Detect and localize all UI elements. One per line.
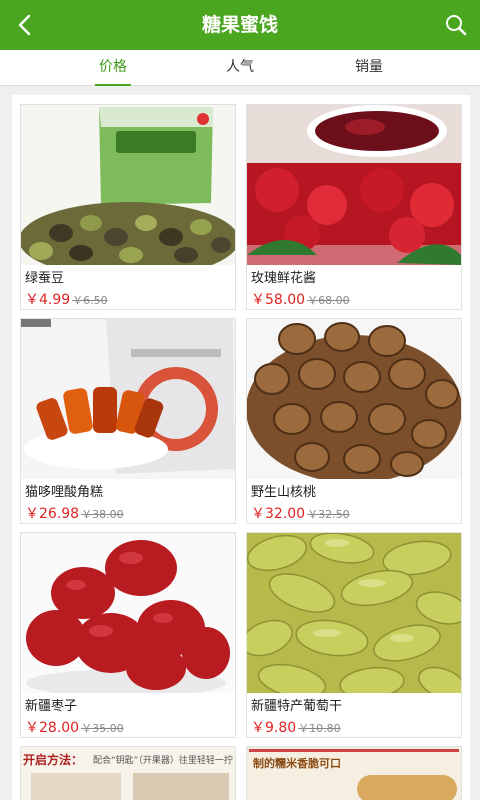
product-prices: ￥9.80 ￥10.80	[251, 717, 341, 737]
product-image: 制的糯米香脆可口	[247, 747, 461, 800]
product-card[interactable]: 开启方法： 配合“钥匙”（开果器）往里轻轻一拧	[20, 746, 236, 800]
sort-tabs: 价格 人气 销量	[0, 50, 480, 86]
product-image	[21, 533, 235, 693]
product-grid: 绿蚕豆 ￥4.99 ￥6.50 玫瑰鲜花酱 ￥58.00 ￥68.00 猫哆哩酸…	[12, 95, 470, 800]
product-image: 开启方法： 配合“钥匙”（开果器）往里轻轻一拧	[21, 747, 235, 800]
product-name: 玫瑰鲜花酱	[251, 271, 317, 286]
product-name: 野生山核桃	[251, 485, 317, 500]
product-old-price: ￥68.00	[307, 294, 350, 307]
product-price: ￥58.00	[251, 292, 306, 308]
product-card[interactable]: 野生山核桃 ￥32.00 ￥32.50	[246, 318, 462, 524]
product-card[interactable]: 新疆枣子 ￥28.00 ￥35.00	[20, 532, 236, 738]
search-icon	[446, 15, 467, 36]
product-image	[247, 319, 461, 479]
product-old-price: ￥10.80	[298, 722, 341, 735]
product-price: ￥32.00	[251, 506, 306, 522]
product-image	[247, 533, 461, 693]
tab-price[interactable]: 价格	[95, 50, 131, 86]
image-caption: 开启方法：	[23, 753, 84, 767]
product-old-price: ￥32.50	[307, 508, 350, 521]
tab-sales[interactable]: 销量	[353, 50, 385, 86]
image-subcaption: 配合“钥匙”（开果器）往里轻轻一拧	[93, 756, 233, 766]
product-old-price: ￥6.50	[72, 294, 108, 307]
tab-popularity[interactable]: 人气	[224, 50, 256, 86]
product-card[interactable]: 玫瑰鲜花酱 ￥58.00 ￥68.00	[246, 104, 462, 310]
product-name: 新疆特产葡萄干	[251, 699, 343, 714]
product-name: 猫哆哩酸角糕	[25, 485, 104, 500]
product-prices: ￥58.00 ￥68.00	[251, 289, 350, 309]
product-card[interactable]: 新疆特产葡萄干 ￥9.80 ￥10.80	[246, 532, 462, 738]
product-card[interactable]: 猫哆哩酸角糕 ￥26.98 ￥38.00	[20, 318, 236, 524]
product-prices: ￥4.99 ￥6.50	[25, 289, 108, 309]
product-card[interactable]: 制的糯米香脆可口	[246, 746, 462, 800]
search-button[interactable]	[440, 9, 472, 41]
product-price: ￥26.98	[25, 506, 80, 522]
product-prices: ￥32.00 ￥32.50	[251, 503, 350, 523]
product-name: 新疆枣子	[25, 699, 78, 714]
product-old-price: ￥38.00	[81, 508, 124, 521]
product-image	[21, 319, 235, 479]
product-old-price: ￥35.00	[81, 722, 124, 735]
page-title: 糖果蜜饯	[201, 14, 278, 36]
product-image	[247, 105, 461, 265]
product-prices: ￥26.98 ￥38.00	[25, 503, 124, 523]
image-caption: 制的糯米香脆可口	[253, 757, 341, 770]
app-header: 糖果蜜饯	[0, 0, 480, 50]
product-name: 绿蚕豆	[25, 271, 65, 286]
product-prices: ￥28.00 ￥35.00	[25, 717, 124, 737]
product-image	[21, 105, 235, 265]
product-card[interactable]: 绿蚕豆 ￥4.99 ￥6.50	[20, 104, 236, 310]
product-price: ￥9.80	[251, 720, 297, 736]
product-price: ￥4.99	[25, 292, 71, 308]
product-price: ￥28.00	[25, 720, 80, 736]
